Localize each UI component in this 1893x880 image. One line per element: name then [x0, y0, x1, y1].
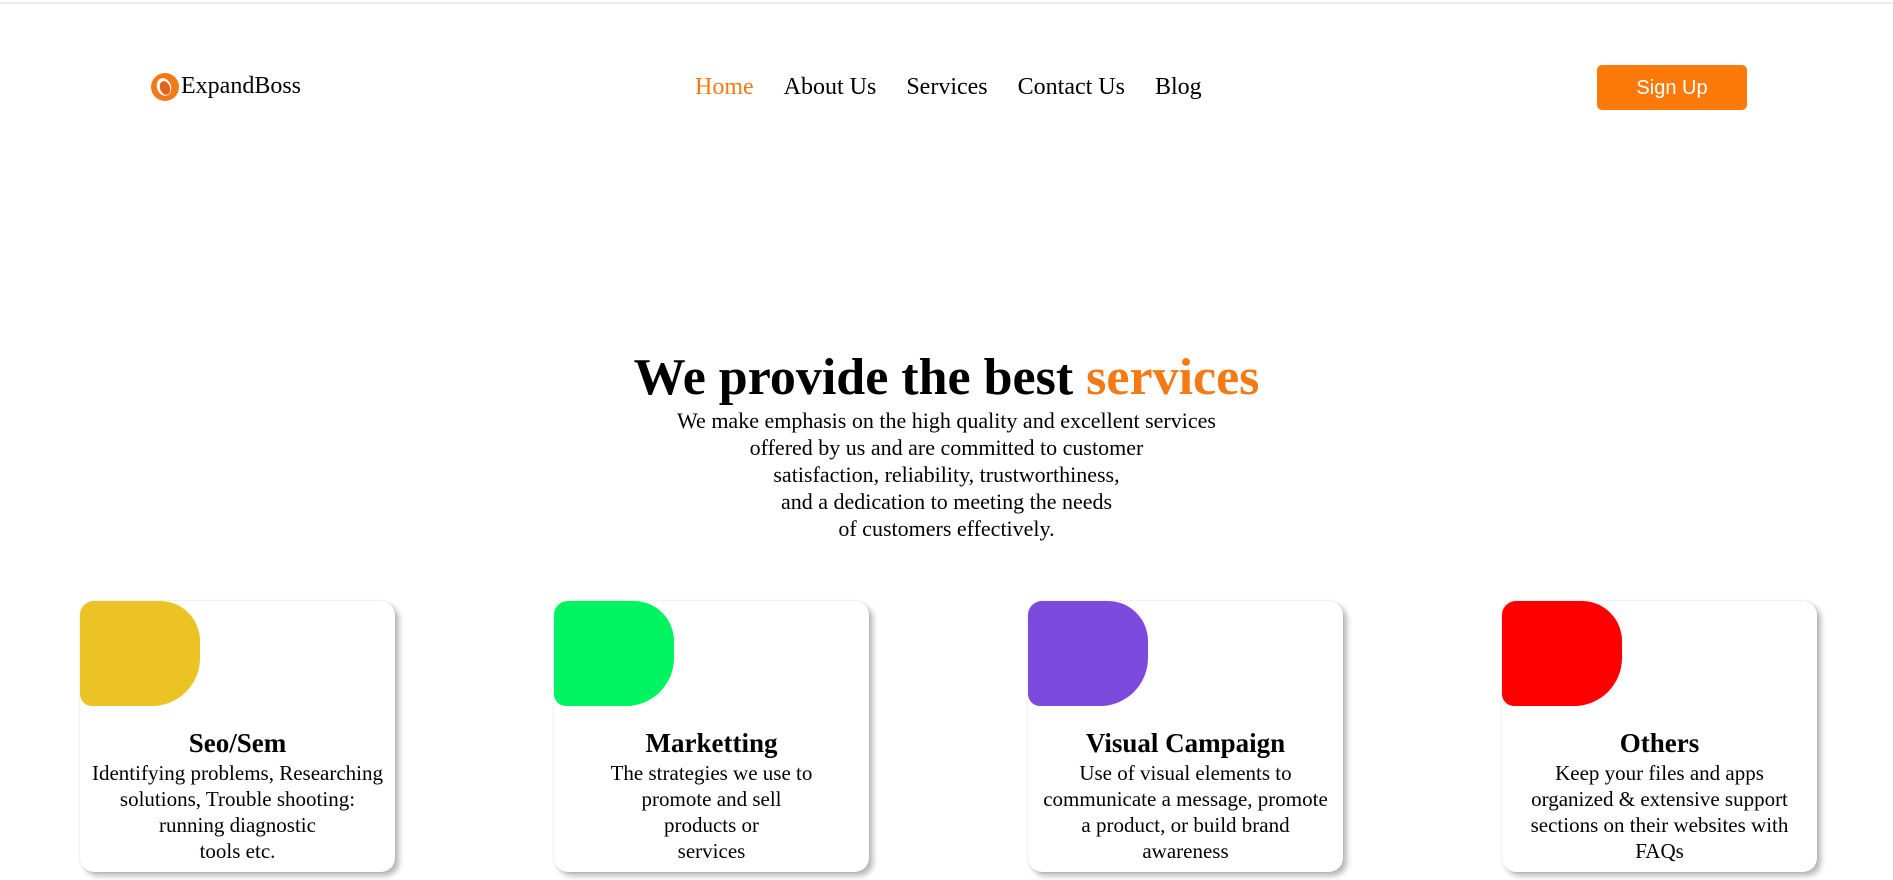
service-description: Identifying problems, Researching soluti… [80, 760, 395, 864]
logo-ring-icon [150, 72, 180, 102]
hero-title-text: We provide the best [633, 349, 1087, 406]
service-title: Others [1619, 728, 1700, 758]
service-card-seo-sem[interactable]: Seo/Sem Identifying problems, Researchin… [80, 601, 395, 872]
hero-subtitle-line: offered by us and are committed to custo… [749, 435, 1144, 460]
service-icon-block [554, 601, 674, 706]
service-description-line: a product, or build brand [1081, 813, 1290, 837]
service-description-line: FAQs [1635, 839, 1684, 863]
hero-subtitle-line: and a dedication to meeting the needs [780, 489, 1113, 514]
service-description-line: sections on their websites with [1530, 813, 1789, 837]
sign-up-button[interactable]: Sign Up [1597, 65, 1747, 110]
hero-subtitle: We make emphasis on the high quality and… [0, 407, 1893, 542]
service-description-line: communicate a message, promote [1043, 787, 1328, 811]
service-description-line: Use of visual elements to [1079, 761, 1292, 785]
service-icon-block [1028, 601, 1148, 706]
service-description-line: awareness [1142, 839, 1229, 863]
service-description-line: organized & extensive support [1531, 787, 1788, 811]
service-title: Seo/Sem [188, 728, 287, 758]
service-title: Visual Campaign [1085, 728, 1286, 758]
main-nav: Home About Us Services Contact Us Blog [695, 72, 1202, 102]
brand-name: ExpandBoss [181, 72, 301, 99]
nav-blog[interactable]: Blog [1155, 72, 1202, 102]
service-description-line: Keep your files and apps [1555, 761, 1764, 785]
service-description-line: products or [663, 813, 760, 837]
service-card-others[interactable]: Others Keep your files and apps organize… [1502, 601, 1817, 872]
service-description: Use of visual elements to communicate a … [1028, 760, 1343, 864]
nav-home[interactable]: Home [695, 72, 754, 102]
service-description-line: tools etc. [199, 839, 276, 863]
nav-contact-us[interactable]: Contact Us [1018, 72, 1125, 102]
service-description-line: promote and sell [641, 787, 782, 811]
hero-subtitle-line: We make emphasis on the high quality and… [677, 408, 1216, 433]
nav-services[interactable]: Services [906, 72, 987, 102]
service-title: Marketting [645, 728, 778, 758]
top-border [0, 2, 1893, 4]
service-icon-block [1502, 601, 1622, 706]
service-description-line: solutions, Trouble shooting: [119, 787, 356, 811]
hero-subtitle-line: of customers effectively. [838, 516, 1055, 541]
service-description-line: services [677, 839, 746, 863]
service-description: Keep your files and apps organized & ext… [1502, 760, 1817, 864]
service-icon-block [80, 601, 200, 706]
service-description: The strategies we use to promote and sel… [554, 760, 869, 864]
brand-logo[interactable]: ExpandBoss [150, 72, 301, 102]
hero-title-accent: services [1086, 349, 1260, 406]
hero-subtitle-line: satisfaction, reliability, trustworthine… [773, 462, 1120, 487]
service-card-visual-campaign[interactable]: Visual Campaign Use of visual elements t… [1028, 601, 1343, 872]
hero-title: We provide the best services [0, 350, 1893, 406]
service-description-line: Identifying problems, Researching [91, 761, 383, 785]
nav-about-us[interactable]: About Us [784, 72, 877, 102]
service-description-line: The strategies we use to [610, 761, 813, 785]
service-card-marketting[interactable]: Marketting The strategies we use to prom… [554, 601, 869, 872]
service-description-line: running diagnostic [159, 813, 316, 837]
